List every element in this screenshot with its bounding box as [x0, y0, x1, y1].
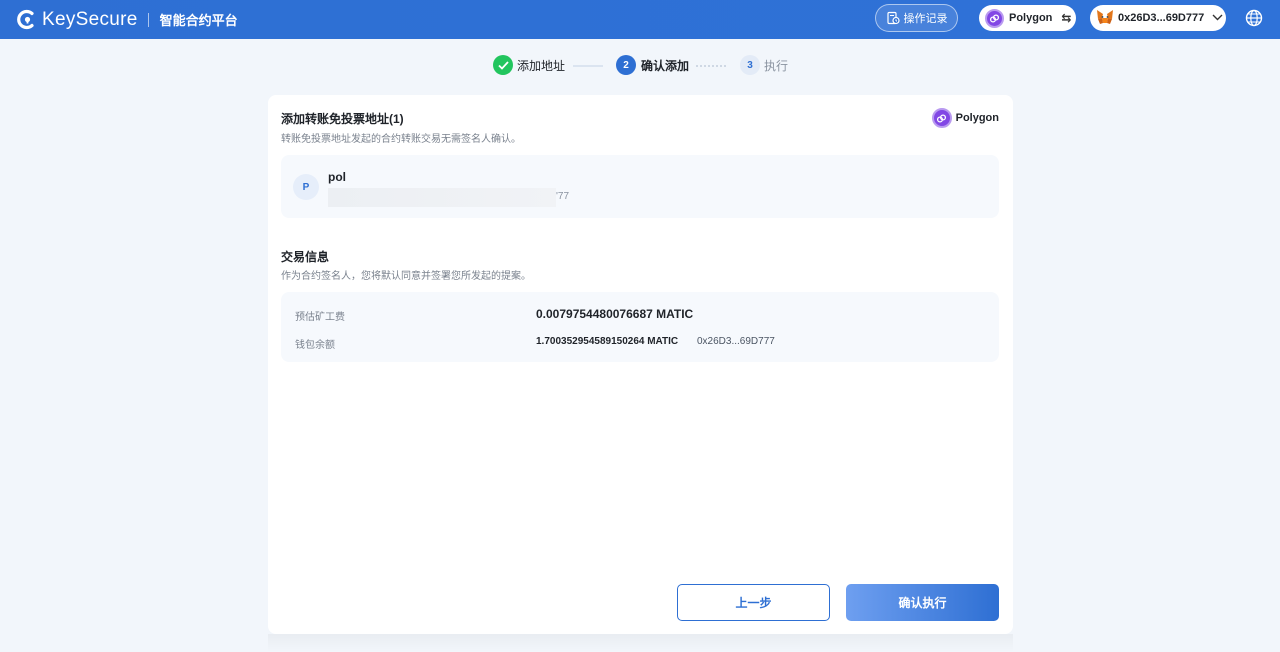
step-confirm-add: 2 确认添加: [616, 55, 689, 75]
tx-section-title: 交易信息: [281, 250, 330, 264]
brand-divider: [147, 12, 149, 27]
platform-title: 智能合约平台: [159, 13, 238, 28]
address-tail: '77: [556, 191, 570, 202]
network-switch-button[interactable]: Polygon ⇆: [979, 5, 1076, 31]
records-icon: [886, 11, 900, 25]
confirm-card: 添加转账免投票地址(1) 转账免投票地址发起的合约转账交易无需签名人确认。 Po…: [268, 95, 1013, 634]
keysecure-logo-icon: [17, 9, 38, 30]
polygon-icon: [985, 8, 1004, 28]
metamask-fox-icon: [1096, 9, 1114, 28]
address-redaction: [328, 188, 556, 207]
fee-value: 0.0079754480076687 MATIC: [536, 307, 694, 321]
polygon-icon: [931, 108, 952, 128]
network-badge: Polygon: [931, 108, 999, 128]
balance-value: 1.700352954589150264 MATIC: [536, 336, 679, 347]
fee-label: 预估矿工费: [295, 312, 345, 323]
step-connector-pending: [696, 65, 728, 67]
step-number: 3: [740, 55, 760, 75]
network-badge-label: Polygon: [955, 112, 999, 124]
tx-info-box: 预估矿工费 0.0079754480076687 MATIC 钱包余额 1.70…: [281, 292, 999, 362]
operation-records-label: 操作记录: [903, 13, 948, 25]
language-globe-icon[interactable]: [1245, 9, 1263, 32]
step-number: 2: [616, 55, 636, 75]
step-label: 确认添加: [641, 58, 690, 73]
card-shadow: [268, 634, 1013, 652]
operation-records-button[interactable]: 操作记录: [875, 4, 958, 32]
swap-arrows-icon: ⇆: [1061, 11, 1072, 25]
step-connector: [573, 65, 603, 67]
wallet-account-button[interactable]: 0x26D3...69D777: [1090, 5, 1226, 31]
address-item: P pol '77: [281, 155, 999, 218]
brand-logo[interactable]: KeySecure 智能合约平台: [17, 9, 238, 31]
top-header: KeySecure 智能合约平台 操作记录 Polygon ⇆ 0x26D3..…: [0, 0, 1280, 39]
network-name: Polygon: [1009, 12, 1053, 24]
brand-name: KeySecure: [42, 8, 138, 30]
step-add-address: 添加地址: [493, 55, 565, 75]
add-section-subtitle: 转账免投票地址发起的合约转账交易无需签名人确认。: [281, 134, 521, 145]
balance-label: 钱包余额: [295, 340, 335, 351]
check-icon: [493, 55, 513, 75]
balance-wallet-address: 0x26D3...69D777: [697, 336, 775, 347]
wallet-address: 0x26D3...69D777: [1118, 12, 1205, 24]
tx-section-subtitle: 作为合约签名人，您将默认同意并签署您所发起的提案。: [281, 271, 531, 282]
previous-step-button[interactable]: 上一步: [677, 584, 830, 621]
address-name: pol: [328, 170, 346, 184]
confirm-execute-button[interactable]: 确认执行: [846, 584, 999, 621]
progress-stepper: 添加地址 2 确认添加 3 执行: [0, 55, 1280, 77]
step-label: 添加地址: [517, 58, 566, 73]
chevron-down-icon: [1212, 12, 1223, 24]
address-avatar: P: [293, 174, 319, 200]
step-execute: 3 执行: [740, 55, 788, 75]
step-label: 执行: [764, 58, 789, 73]
add-section-title: 添加转账免投票地址(1): [281, 112, 404, 126]
